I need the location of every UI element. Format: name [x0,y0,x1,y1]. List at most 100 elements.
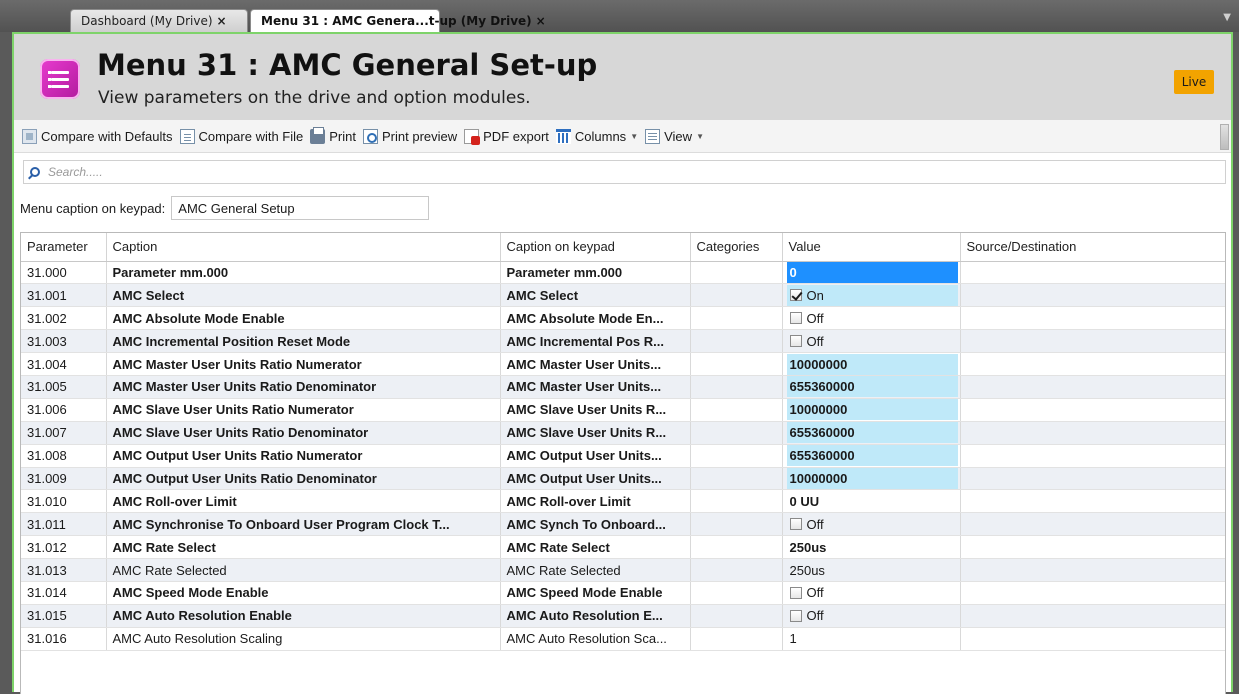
value-checkbox-field[interactable]: Off [787,605,958,626]
parameter-cell: 31.013 [21,558,107,582]
parameter-cell: 31.005 [21,375,107,399]
value-field[interactable]: 10000000 [786,399,958,421]
value-cell[interactable]: 10000000 [782,398,961,422]
column-header-parameter[interactable]: Parameter [21,233,107,262]
printer-icon [310,126,326,144]
search-input[interactable] [48,165,648,179]
pdf-export-button[interactable]: PDF export [464,128,549,145]
print-button[interactable]: Print [310,126,356,144]
print-preview-button[interactable]: Print preview [363,128,457,144]
value-cell[interactable]: 1 [782,627,961,651]
tab-overflow-chevron-icon[interactable]: ▼ [1223,12,1231,23]
value-cell[interactable]: Off [782,604,961,628]
column-header-value[interactable]: Value [782,233,961,262]
value-cell[interactable]: 250us [782,535,961,560]
caption-cell: AMC Auto Resolution Scaling [106,627,501,651]
table-row[interactable]: 31.015 AMC Auto Resolution Enable AMC Auto… [21,604,1225,628]
value-cell[interactable]: Off [782,581,961,605]
table-row[interactable]: 31.013 AMC Rate Selected AMC Rate Selected… [21,558,1225,582]
checkbox-unchecked-icon[interactable] [789,518,802,531]
tab-dashboard[interactable]: Dashboard (My Drive) × [70,9,248,32]
value-cell[interactable]: Off [782,512,961,537]
keypad-caption-cell: AMC Output User Units... [500,467,691,491]
value-cell[interactable]: 0 [782,261,961,285]
caption-cell: AMC Master User Units Ratio Numerator [106,352,501,376]
value-field[interactable]: 250us [787,537,958,558]
table-header-row: Parameter Caption Caption on keypad Cate… [21,233,1225,262]
value-field[interactable]: 0 UU [787,491,958,512]
table-row[interactable]: 31.006 AMC Slave User Units Ratio Numerat… [21,398,1225,422]
value-cell[interactable]: 250us [782,558,961,582]
parameter-cell: 31.009 [21,467,107,491]
value-field[interactable]: 10000000 [786,353,958,375]
value-field[interactable]: 655360000 [786,422,958,444]
table-row[interactable]: 31.000 Parameter mm.000 Parameter mm.000 0 [21,261,1225,285]
table-row[interactable]: 31.011 AMC Synchronise To Onboard User Pr… [21,512,1225,537]
value-cell[interactable]: 655360000 [782,375,961,399]
compare-file-button[interactable]: Compare with File [179,128,303,144]
caption-cell: AMC Rate Select [106,535,501,560]
table-row[interactable]: 31.008 AMC Output User Units Ratio Numera… [21,444,1225,468]
value-field[interactable]: 1 [787,628,958,649]
source-destination-cell [960,558,1225,582]
value-field[interactable]: 0 [786,261,958,283]
value-checkbox-field[interactable]: Off [787,308,958,329]
table-row[interactable]: 31.003 AMC Incremental Position Reset Mod… [21,329,1225,354]
checkbox-unchecked-icon[interactable] [789,335,802,348]
table-row[interactable]: 31.005 AMC Master User Units Ratio Denomi… [21,375,1225,399]
table-row[interactable]: 31.010 AMC Roll-over Limit AMC Roll-over L… [21,489,1225,514]
value-cell[interactable]: Off [782,329,961,354]
tab-menu-31[interactable]: Menu 31 : AMC Genera...t-up (My Drive) × [250,9,546,32]
table-row[interactable]: 31.014 AMC Speed Mode Enable AMC Speed Mod… [21,581,1225,605]
toolbar-overflow-grip[interactable] [1220,124,1229,150]
checkbox-unchecked-icon[interactable] [789,609,802,622]
value-field[interactable]: 250us [787,560,958,581]
close-icon[interactable]: × [217,14,227,28]
keypad-caption-cell: AMC Absolute Mode En... [500,306,691,331]
table-row[interactable]: 31.009 AMC Output User Units Ratio Denomi… [21,467,1225,491]
column-header-source-destination[interactable]: Source/Destination [960,233,1225,262]
value-cell[interactable]: 655360000 [782,421,961,445]
categories-cell [690,261,783,285]
table-row[interactable]: 31.001 AMC Select AMC Select On [21,283,1225,308]
column-header-caption[interactable]: Caption [106,233,501,262]
value-cell[interactable]: 10000000 [782,467,961,491]
view-icon [645,128,661,144]
table-row[interactable]: 31.007 AMC Slave User Units Ratio Denomin… [21,421,1225,445]
live-status-badge[interactable]: Live [1174,70,1214,94]
columns-dropdown[interactable]: Columns ▼ [555,128,638,144]
keypad-caption-cell: AMC Slave User Units R... [500,398,691,422]
view-dropdown[interactable]: View ▼ [645,128,704,144]
value-cell[interactable]: On [782,283,961,308]
value-field[interactable]: 655360000 [786,376,958,398]
checkbox-label: Off [806,585,824,601]
value-cell[interactable]: Off [782,306,961,331]
table-row[interactable]: 31.016 AMC Auto Resolution Scaling AMC Aut… [21,627,1225,651]
value-checkbox-field[interactable]: Off [787,582,958,603]
close-icon[interactable]: × [536,14,546,28]
keypad-caption-input[interactable] [171,196,430,220]
value-text: 655360000 [789,425,855,441]
value-field[interactable]: 655360000 [786,445,958,467]
checkbox-unchecked-icon[interactable] [789,312,802,325]
table-row[interactable]: 31.002 AMC Absolute Mode Enable AMC Absolu… [21,306,1225,331]
value-text: 1 [789,631,797,647]
checkbox-checked-icon[interactable] [789,289,802,302]
value-checkbox-field[interactable]: Off [787,514,958,535]
value-cell[interactable]: 0 UU [782,489,961,514]
column-header-categories[interactable]: Categories [690,233,783,262]
value-field[interactable]: 10000000 [786,467,958,489]
value-cell[interactable]: 10000000 [782,352,961,376]
value-checkbox-field[interactable]: On [786,284,958,306]
parameter-cell: 31.014 [21,581,107,605]
checkbox-label: Off [806,608,824,624]
tab-label: Menu 31 : AMC Genera...t-up (My Drive) [261,14,532,28]
column-header-keypad-caption[interactable]: Caption on keypad [500,233,691,262]
compare-defaults-button[interactable]: Compare with Defaults [22,128,173,144]
source-destination-cell [960,283,1225,308]
table-row[interactable]: 31.004 AMC Master User Units Ratio Numera… [21,352,1225,376]
table-row[interactable]: 31.012 AMC Rate Select AMC Rate Select 250u… [21,535,1225,560]
value-checkbox-field[interactable]: Off [787,331,958,352]
value-cell[interactable]: 655360000 [782,444,961,468]
checkbox-unchecked-icon[interactable] [789,586,802,599]
